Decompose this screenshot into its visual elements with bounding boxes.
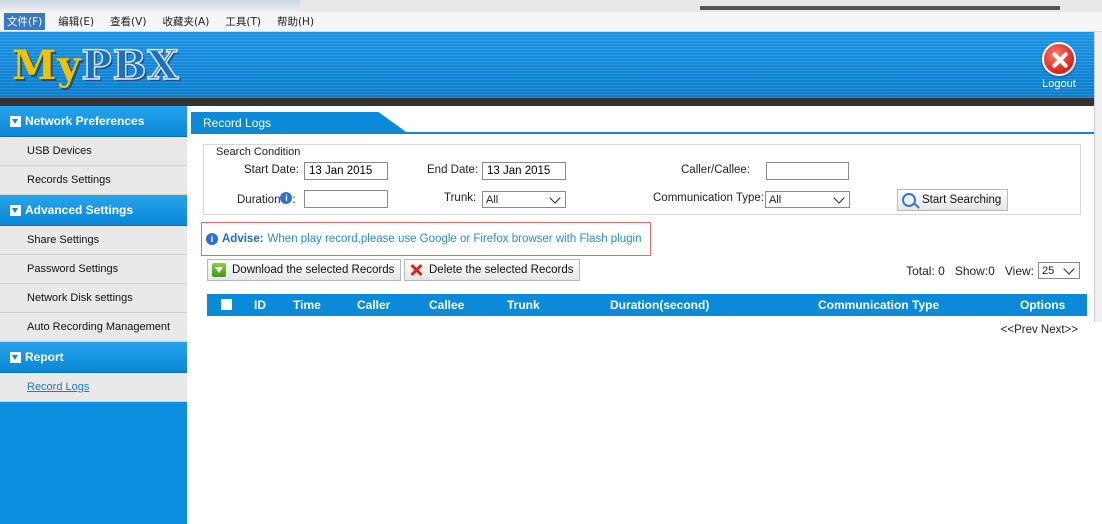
logout-label[interactable]: Logout: [1034, 78, 1084, 90]
column-header-communication-type[interactable]: Communication Type: [818, 298, 939, 312]
end-date-label: End Date:: [427, 164, 479, 176]
column-header-id[interactable]: ID: [254, 298, 266, 312]
info-icon[interactable]: i: [280, 192, 293, 204]
sidebar-item-auto-recording-management[interactable]: Auto Recording Management: [0, 313, 187, 342]
view-count-select[interactable]: 25: [1038, 262, 1080, 279]
records-table-header: ID Time Caller Callee Trunk Duration(sec…: [207, 294, 1087, 316]
chevron-down-icon: [1063, 262, 1075, 275]
sidebar-item-usb-devices[interactable]: USB Devices: [0, 137, 187, 166]
view-label: View:: [1004, 263, 1034, 278]
column-header-trunk[interactable]: Trunk: [507, 298, 540, 312]
communication-type-select-value: All: [769, 193, 782, 206]
duration-label-group: Duration i:: [237, 192, 296, 206]
chevron-down-icon: [549, 191, 561, 204]
sidebar-section-label: Advanced Settings: [25, 203, 134, 217]
end-date-input[interactable]: [482, 162, 566, 180]
delete-x-icon: [409, 263, 423, 277]
start-searching-button[interactable]: Start Searching: [897, 189, 1009, 211]
menu-file[interactable]: 文件(F): [4, 13, 46, 30]
trunk-select-value: All: [486, 193, 499, 206]
duration-label: Duration: [237, 194, 281, 206]
delete-records-label: Delete the selected Records: [429, 264, 574, 276]
sidebar: Network Preferences USB Devices Records …: [0, 106, 187, 524]
chevron-down-icon: [833, 191, 845, 204]
sidebar-item-share-settings[interactable]: Share Settings: [0, 226, 187, 255]
caller-callee-input[interactable]: [766, 162, 849, 180]
duration-input[interactable]: [304, 190, 388, 208]
search-condition-panel: Search Condition Start Date: End Date: C…: [203, 144, 1081, 215]
header-divider: [0, 98, 1094, 106]
window-top-strip: [0, 0, 1102, 12]
start-searching-label: Start Searching: [922, 194, 1002, 206]
download-icon: [212, 263, 226, 277]
close-circle-icon[interactable]: [1042, 42, 1076, 76]
start-date-label: Start Date:: [244, 164, 299, 176]
search-icon: [902, 193, 916, 207]
advise-bold: Advise:: [222, 233, 264, 245]
communication-type-select[interactable]: All: [765, 191, 850, 208]
sidebar-item-records-settings[interactable]: Records Settings: [0, 166, 187, 195]
column-header-caller[interactable]: Caller: [357, 298, 390, 312]
tab-strip-segment-dark: [700, 6, 1060, 10]
tab-strip-segment: [0, 0, 300, 12]
column-header-duration[interactable]: Duration(second): [610, 298, 709, 312]
mypbx-logo: MyPBX: [12, 41, 180, 90]
collapse-triangle-icon: [10, 115, 21, 127]
app-header: MyPBX Logout: [0, 32, 1094, 98]
logout-button[interactable]: Logout: [1034, 42, 1084, 96]
sidebar-item-password-settings[interactable]: Password Settings: [0, 255, 187, 284]
start-date-input[interactable]: [304, 162, 388, 180]
sidebar-section-advanced-settings[interactable]: Advanced Settings: [0, 195, 187, 226]
sidebar-item-network-disk-settings[interactable]: Network Disk settings: [0, 284, 187, 313]
pagination[interactable]: <<Prev Next>>: [1001, 324, 1078, 336]
trunk-label: Trunk:: [444, 192, 477, 204]
main-content: Record Logs Search Condition Start Date:…: [187, 106, 1094, 524]
show-count: Show:0: [954, 263, 995, 278]
browser-menubar: 文件(F) 编辑(E) 查看(V) 收藏夹(A) 工具(T) 帮助(H): [0, 12, 1102, 32]
delete-records-button[interactable]: Delete the selected Records: [404, 259, 581, 281]
view-count-value: 25: [1042, 264, 1055, 277]
select-all-checkbox[interactable]: [221, 299, 232, 310]
download-records-label: Download the selected Records: [232, 264, 395, 276]
menu-help[interactable]: 帮助(H): [274, 13, 317, 30]
menu-tools[interactable]: 工具(T): [222, 13, 264, 30]
sidebar-section-report[interactable]: Report: [0, 342, 187, 373]
menu-edit[interactable]: 编辑(E): [55, 13, 97, 30]
sidebar-section-network-preferences[interactable]: Network Preferences: [0, 106, 187, 137]
logo-pbx: PBX: [81, 41, 180, 90]
search-condition-title: Search Condition: [214, 146, 303, 158]
duration-colon: :: [292, 194, 296, 206]
sidebar-section-label: Report: [25, 350, 64, 364]
total-count: Total: 0: [906, 263, 945, 278]
tab-bar: Record Logs: [191, 112, 1094, 134]
sidebar-section-label: Network Preferences: [25, 114, 145, 128]
menu-favorites[interactable]: 收藏夹(A): [159, 13, 212, 30]
scrollbar[interactable]: [1094, 32, 1102, 322]
trunk-select[interactable]: All: [482, 191, 566, 208]
collapse-triangle-icon: [10, 204, 21, 216]
collapse-triangle-icon: [10, 351, 21, 363]
menu-view[interactable]: 查看(V): [107, 13, 149, 30]
advise-text: When play record,please use Google or Fi…: [267, 233, 642, 245]
logo-my: My: [12, 42, 82, 89]
communication-type-label: Communication Type:: [653, 192, 765, 204]
totals-bar: Total: 0 Show:0 View: 25: [906, 262, 1080, 279]
sidebar-item-record-logs[interactable]: Record Logs: [0, 373, 187, 402]
column-header-time[interactable]: Time: [293, 298, 321, 312]
advise-notice: i Advise: When play record,please use Go…: [201, 222, 651, 256]
column-header-options[interactable]: Options: [1020, 298, 1065, 312]
info-icon: i: [206, 233, 218, 245]
tab-record-logs[interactable]: Record Logs: [191, 112, 409, 134]
caller-callee-label: Caller/Callee:: [681, 164, 751, 176]
download-records-button[interactable]: Download the selected Records: [207, 259, 402, 281]
column-header-callee[interactable]: Callee: [429, 298, 464, 312]
